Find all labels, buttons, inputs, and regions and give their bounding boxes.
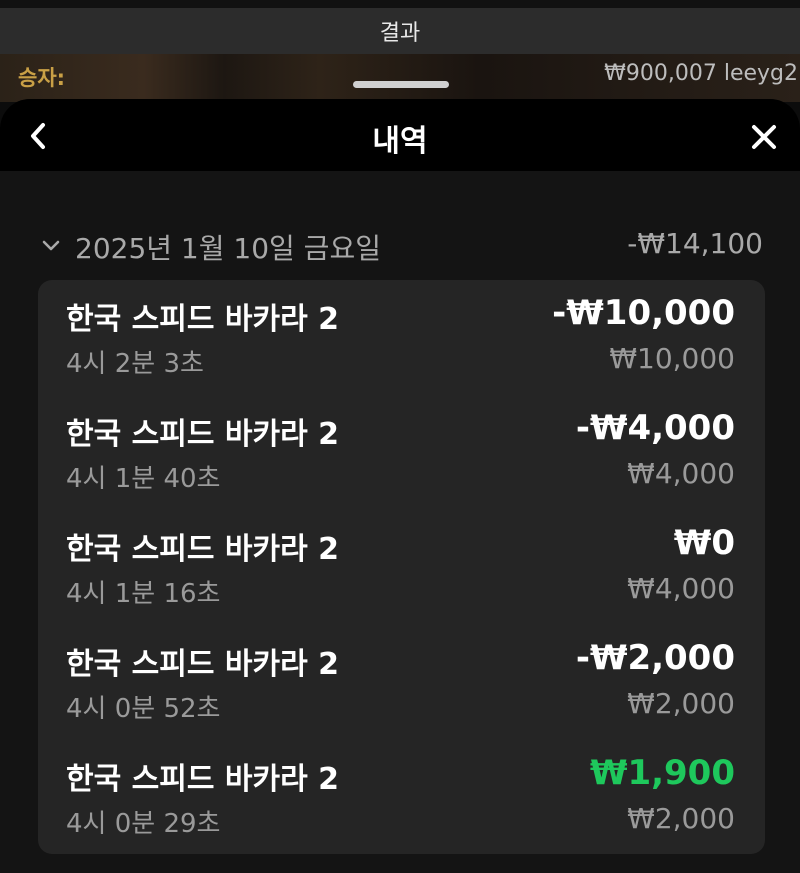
- history-entry[interactable]: 한국 스피드 바카라 2 4시 1분 40초 -₩4,000 ₩4,000: [38, 395, 765, 510]
- entry-bet-amount: ₩2,000: [627, 802, 735, 835]
- entry-bet-amount: ₩2,000: [627, 687, 735, 720]
- history-list: 한국 스피드 바카라 2 4시 2분 3초 -₩10,000 ₩10,000 한…: [38, 280, 765, 854]
- entry-result-amount: -₩2,000: [575, 638, 735, 678]
- game-name: 한국 스피드 바카라 2: [66, 417, 340, 452]
- top-bar-title: 결과: [379, 21, 421, 46]
- history-entry[interactable]: 한국 스피드 바카라 2 4시 2분 3초 -₩10,000 ₩10,000: [38, 280, 765, 395]
- game-name: 한국 스피드 바카라 2: [66, 762, 340, 797]
- entry-bet-amount: ₩4,000: [627, 457, 735, 490]
- history-entry[interactable]: 한국 스피드 바카라 2 4시 1분 16초 ₩0 ₩4,000: [38, 510, 765, 625]
- close-icon[interactable]: [750, 123, 778, 151]
- winner-label: 승자:: [18, 66, 66, 90]
- entry-bet-amount: ₩4,000: [627, 572, 735, 605]
- game-name: 한국 스피드 바카라 2: [66, 302, 340, 337]
- entry-time: 4시 0분 29초: [66, 809, 221, 839]
- chevron-down-icon[interactable]: [42, 239, 60, 253]
- history-entry[interactable]: 한국 스피드 바카라 2 4시 0분 29초 ₩1,900 ₩2,000: [38, 740, 765, 855]
- game-name: 한국 스피드 바카라 2: [66, 647, 340, 682]
- sheet-drag-handle[interactable]: [353, 81, 449, 88]
- history-entry[interactable]: 한국 스피드 바카라 2 4시 0분 52초 -₩2,000 ₩2,000: [38, 625, 765, 740]
- game-name: 한국 스피드 바카라 2: [66, 532, 340, 567]
- day-group-label[interactable]: 2025년 1월 10일 금요일: [75, 227, 381, 267]
- top-bar: 결과: [0, 0, 800, 54]
- entry-bet-amount: ₩10,000: [609, 342, 735, 375]
- entry-time: 4시 2분 3초: [66, 349, 204, 379]
- entry-time: 4시 1분 40초: [66, 464, 221, 494]
- entry-result-amount: ₩1,900: [589, 753, 735, 793]
- entry-result-amount: -₩4,000: [575, 408, 735, 448]
- entry-result-amount: -₩10,000: [552, 293, 735, 333]
- entry-result-amount: ₩0: [673, 523, 735, 563]
- entry-time: 4시 0분 52초: [66, 694, 221, 724]
- day-group-total: -₩14,100: [627, 227, 763, 260]
- sheet-title: 내역: [372, 124, 428, 159]
- sheet-header: 내역: [0, 99, 800, 171]
- entry-time: 4시 1분 16초: [66, 579, 221, 609]
- history-sheet: 내역 2025년 1월 10일 금요일 -₩14,100 한국 스피드 바카라 …: [0, 99, 800, 873]
- winner-value: ₩900,007 leeyg2: [604, 61, 798, 86]
